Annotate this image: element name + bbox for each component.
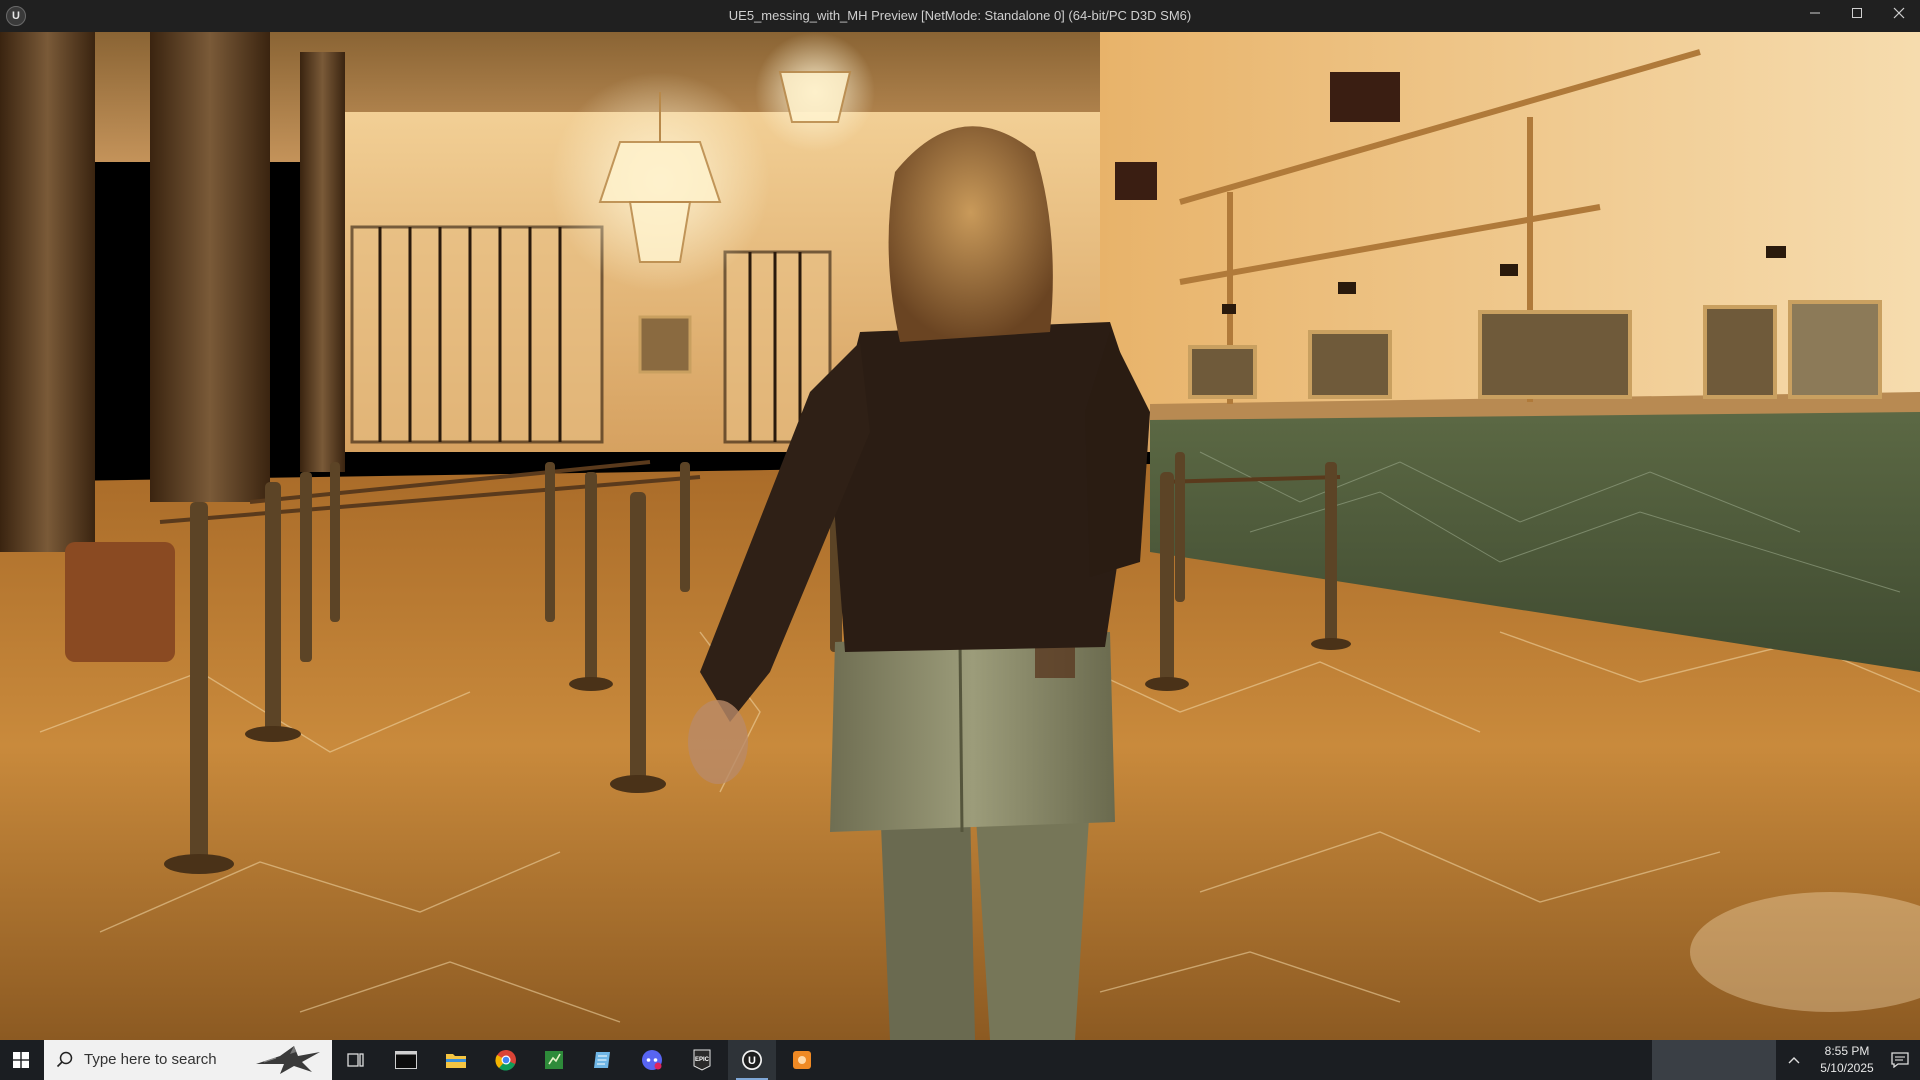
search-placeholder: Type here to search (84, 1051, 217, 1068)
chrome-icon (495, 1050, 516, 1071)
minimize-icon (1810, 12, 1820, 14)
taskbar-chat[interactable] (628, 1040, 676, 1080)
painting-back (638, 315, 692, 374)
clock-date: 5/10/2025 (1820, 1061, 1874, 1075)
show-hidden-icons-button[interactable] (1782, 1040, 1806, 1080)
window-title: UE5_messing_with_MH Preview [NetMode: St… (728, 8, 1192, 23)
terminal-icon (395, 1051, 417, 1069)
taskbar-epic-games[interactable]: EPIC (678, 1040, 726, 1080)
spreadsheet-icon (545, 1051, 563, 1069)
sign-display (1330, 72, 1400, 122)
task-view-button[interactable] (332, 1040, 380, 1080)
svg-text:U: U (748, 1055, 756, 1067)
notification-icon (1891, 1052, 1909, 1068)
file-explorer-icon (446, 1054, 466, 1068)
close-button[interactable] (1878, 0, 1920, 26)
taskbar-chrome[interactable] (482, 1040, 530, 1080)
taskbar-terminal[interactable] (382, 1040, 430, 1080)
taskbar-spreadsheet[interactable] (530, 1040, 578, 1080)
system-clock[interactable]: 8:55 PM 5/10/2025 (1806, 1040, 1888, 1080)
notes-icon (594, 1052, 610, 1068)
windows-logo-icon (13, 1052, 29, 1068)
pillar-left-2 (150, 32, 270, 502)
window-title-bar[interactable]: U UE5_messing_with_MH Preview [NetMode: … (0, 0, 1920, 32)
windows-taskbar: Type here to search EPIC U 8:55 PM 5/10/… (0, 1040, 1920, 1080)
taskbar-search-box[interactable]: Type here to search (44, 1040, 332, 1080)
taskbar-file-explorer[interactable] (432, 1040, 480, 1080)
minimize-button[interactable] (1794, 0, 1836, 26)
chat-icon (642, 1050, 662, 1070)
search-icon (56, 1051, 73, 1068)
scene-render (0, 32, 1920, 1040)
pillar-left-3 (300, 52, 345, 472)
close-icon (1893, 7, 1905, 19)
svg-text:EPIC: EPIC (695, 1057, 710, 1063)
maximize-icon (1852, 8, 1862, 18)
notification-center-button[interactable] (1880, 1040, 1920, 1080)
epic-games-icon: EPIC (693, 1049, 711, 1071)
trash-bin (65, 542, 175, 662)
taskbar-tray-highlight[interactable] (1652, 1040, 1776, 1080)
unreal-logo-icon: U (6, 6, 26, 26)
taskbar-unreal-engine[interactable]: U (728, 1040, 776, 1080)
sign-display-2 (1115, 162, 1157, 200)
unreal-engine-icon: U (742, 1050, 762, 1070)
taskbar-orange-app[interactable] (778, 1040, 826, 1080)
clock-time: 8:55 PM (1824, 1044, 1870, 1058)
pillar-left (0, 32, 95, 552)
start-button[interactable] (0, 1040, 42, 1080)
search-highlight-illustration-icon (256, 1046, 320, 1074)
chandelier-top (778, 71, 852, 123)
orange-app-icon (793, 1051, 811, 1069)
chevron-up-icon (1788, 1057, 1800, 1064)
maximize-button[interactable] (1836, 0, 1878, 26)
taskbar-notes[interactable] (578, 1040, 626, 1080)
game-viewport[interactable] (0, 32, 1920, 1040)
task-view-icon (347, 1053, 364, 1067)
